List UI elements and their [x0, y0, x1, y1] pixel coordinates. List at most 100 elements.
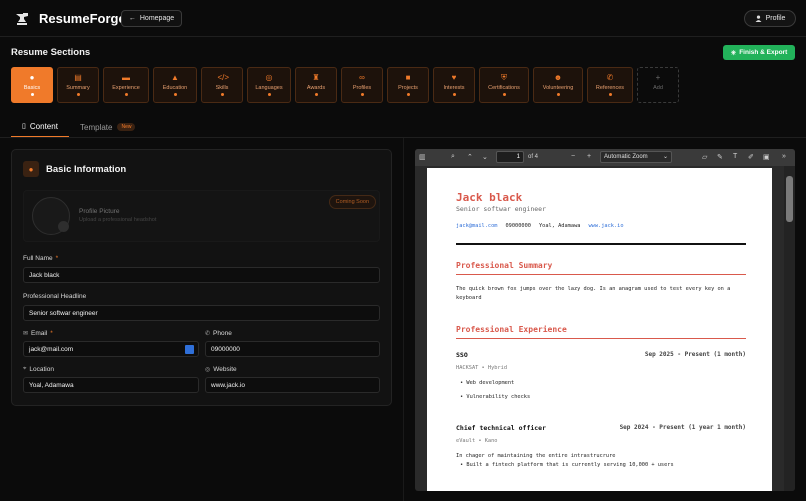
- section-tile-certifications[interactable]: ⛨ Certifications: [479, 67, 529, 103]
- homepage-label: Homepage: [139, 15, 175, 22]
- section-tile-basics[interactable]: ● Basics: [11, 67, 53, 103]
- headline-label: Professional Headline: [23, 293, 87, 300]
- section-tile-interests[interactable]: ♥ Interests: [433, 67, 475, 103]
- coming-soon-badge: Coming Soon: [328, 195, 376, 209]
- section-tile-languages[interactable]: ◎ Languages: [247, 67, 291, 103]
- image-icon[interactable]: ▣: [763, 153, 770, 161]
- scroll-thumb[interactable]: [786, 176, 793, 222]
- document-icon: ▤: [74, 73, 82, 82]
- resume-email[interactable]: jack@mail.com: [456, 223, 497, 229]
- resume-location: Yoal, Adamawa: [538, 223, 581, 229]
- section-tile-skills[interactable]: </> Skills: [201, 67, 243, 103]
- user-icon: [755, 15, 762, 22]
- link-icon: ∞: [359, 73, 365, 82]
- section-label: Interests: [443, 85, 465, 91]
- status-dot: [556, 93, 560, 96]
- pdf-scrollbar[interactable]: [784, 166, 795, 491]
- section-tile-summary[interactable]: ▤ Summary: [57, 67, 99, 103]
- experience-underline: [456, 338, 746, 339]
- section-label: Summary: [66, 85, 90, 91]
- anvil-logo-icon: [16, 13, 28, 25]
- email-input[interactable]: jack@mail.com: [23, 341, 199, 357]
- search-icon[interactable]: ⌕: [451, 153, 455, 161]
- new-badge: New: [117, 123, 136, 131]
- resume-contact: jack@mail.com 09000000 Yoal, Adamawa www…: [456, 223, 624, 229]
- sparkle-icon: ✳: [730, 49, 737, 57]
- draw-icon[interactable]: ✐: [748, 153, 754, 161]
- chevron-down-icon: ⌄: [662, 154, 668, 160]
- page-number-input[interactable]: 1: [496, 151, 524, 163]
- folder-icon: ■: [405, 73, 411, 82]
- section-tile-references[interactable]: ✆ References: [587, 67, 633, 103]
- section-tile-volunteering[interactable]: ☻ Volunteering: [533, 67, 583, 103]
- chevron-down-icon[interactable]: ⌄: [482, 153, 488, 161]
- section-tile-awards[interactable]: ♜ Awards: [295, 67, 337, 103]
- label-text: Phone: [213, 330, 232, 337]
- status-dot: [360, 93, 364, 96]
- status-dot: [30, 93, 34, 96]
- zoom-in-button[interactable]: +: [587, 153, 591, 160]
- chevron-up-icon[interactable]: ⌃: [467, 153, 473, 161]
- profile-button[interactable]: Profile: [744, 10, 796, 27]
- job-date: Sep 2025 - Present (1 month): [644, 351, 746, 358]
- finish-export-label: Finish & Export: [739, 49, 788, 56]
- page-total: of 4: [528, 154, 539, 160]
- status-dot: [173, 93, 177, 96]
- phone-input[interactable]: 09000000: [205, 341, 380, 357]
- heart-icon: ♥: [451, 73, 457, 82]
- job-date: Sep 2024 - Present (1 year 1 month): [619, 424, 746, 431]
- section-label: Awards: [306, 85, 326, 91]
- text-icon[interactable]: T: [733, 153, 737, 160]
- resume-name: Jack black: [456, 191, 523, 204]
- location-input[interactable]: Yoal, Adamawa: [23, 377, 199, 393]
- camera-icon: [58, 221, 69, 232]
- zoom-out-button[interactable]: −: [571, 153, 575, 160]
- more-tools-icon[interactable]: »: [782, 153, 786, 160]
- status-dot: [314, 93, 318, 96]
- job-bullet: • Vulnerability checks: [460, 394, 531, 400]
- form-edit-icon[interactable]: ▱: [702, 153, 707, 161]
- section-label: Profiles: [352, 85, 372, 91]
- section-tile-education[interactable]: ▲ Education: [153, 67, 197, 103]
- profile-picture-subtitle: Upload a professional headshot: [79, 217, 157, 223]
- website-label: ◎ Website: [205, 366, 237, 373]
- status-dot: [267, 93, 271, 96]
- zoom-select[interactable]: Automatic Zoom ⌄: [600, 151, 672, 163]
- section-tile-projects[interactable]: ■ Projects: [387, 67, 429, 103]
- section-label: Skills: [215, 85, 229, 91]
- summary-underline: [456, 274, 746, 275]
- finish-export-button[interactable]: ✳ Finish & Export: [723, 45, 795, 60]
- full-name-label: Full Name *: [23, 255, 58, 262]
- section-label: Education: [162, 85, 188, 91]
- resume-website[interactable]: www.jack.io: [588, 223, 623, 229]
- people-icon: ☻: [553, 73, 563, 82]
- password-manager-icon[interactable]: [185, 345, 194, 354]
- full-name-input[interactable]: Jack black: [23, 267, 380, 283]
- resume-phone: 09000000: [505, 223, 531, 229]
- person-icon: ●: [23, 161, 39, 177]
- briefcase-icon: ▬: [122, 73, 130, 82]
- card-title: Basic Information: [46, 164, 127, 175]
- location-label: ⌖ Location: [23, 366, 54, 373]
- label-text: Full Name: [23, 255, 53, 262]
- required-mark: *: [55, 255, 59, 262]
- profile-label: Profile: [765, 15, 786, 22]
- trophy-icon: ♜: [312, 73, 320, 82]
- tab-template[interactable]: Template New: [80, 116, 136, 138]
- highlight-icon[interactable]: ✎: [717, 153, 723, 161]
- section-label: Languages: [255, 85, 283, 91]
- sidebar-toggle-icon[interactable]: ▥: [419, 153, 426, 161]
- homepage-button[interactable]: ← Homepage: [121, 10, 182, 27]
- section-tile-add[interactable]: + Add: [637, 67, 679, 103]
- section-tile-experience[interactable]: ▬ Experience: [103, 67, 149, 103]
- website-input[interactable]: www.jack.io: [205, 377, 380, 393]
- arrow-left-icon: ←: [128, 15, 136, 22]
- plus-icon: +: [655, 73, 661, 82]
- section-tile-profiles[interactable]: ∞ Profiles: [341, 67, 383, 103]
- phone-icon: ✆: [205, 331, 211, 337]
- job-meta: HACKSAT • Hybrid: [456, 365, 508, 371]
- tab-content[interactable]: ▯ Content: [11, 116, 69, 138]
- headline-input[interactable]: Senior softwar engineer: [23, 305, 380, 321]
- section-label: Experience: [112, 85, 140, 91]
- section-label: References: [595, 85, 625, 91]
